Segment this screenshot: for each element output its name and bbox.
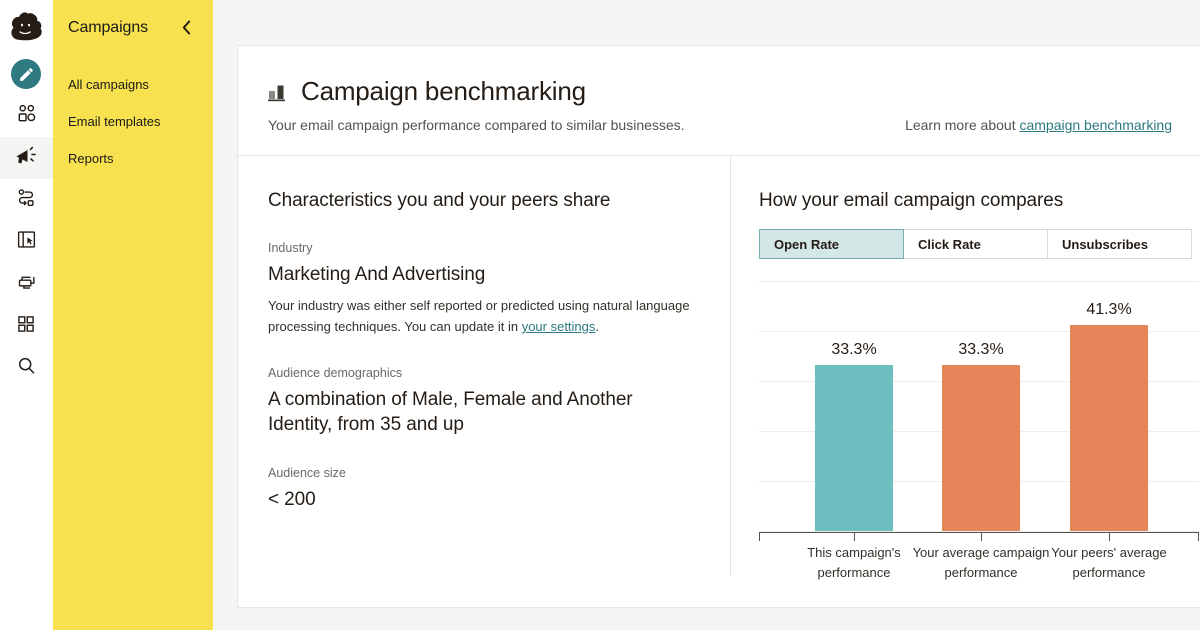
bar-chart-icon	[268, 82, 290, 102]
axis-tick	[1109, 532, 1110, 541]
rail-item-integrations[interactable]	[0, 305, 53, 347]
chart-x-axis	[759, 532, 1199, 533]
learn-more-prefix: Learn more about	[905, 117, 1020, 133]
axis-tick	[854, 532, 855, 541]
card-header: Campaign benchmarking Your email campaig…	[238, 46, 1200, 156]
audience-size-label: Audience size	[268, 466, 346, 480]
benchmarking-card: Campaign benchmarking Your email campaig…	[237, 45, 1200, 608]
subtitle-row: Your email campaign performance compared…	[268, 117, 1172, 133]
x-axis-label: This campaign's performance	[807, 545, 901, 581]
industry-note: Your industry was either self reported o…	[268, 296, 698, 337]
main-content: Campaign benchmarking Your email campaig…	[213, 0, 1200, 630]
browser-icon	[16, 229, 37, 255]
sidebar: Campaigns All campaigns Email templates …	[53, 0, 213, 630]
tab-open-rate[interactable]: Open Rate	[759, 229, 904, 259]
campaign-benchmarking-link[interactable]: campaign benchmarking	[1019, 117, 1172, 133]
rail-item-website[interactable]	[0, 221, 53, 263]
people-icon	[15, 102, 38, 130]
your-settings-link[interactable]: your settings	[522, 319, 596, 334]
characteristics-panel: Characteristics you and your peers share…	[238, 156, 731, 576]
characteristics-heading: Characteristics you and your peers share	[268, 190, 611, 211]
chart-bar[interactable]	[1070, 324, 1148, 531]
sidebar-item-reports[interactable]: Reports	[53, 141, 213, 178]
printer-icon	[15, 271, 38, 297]
benchmark-bar-chart: 33.3% 33.3% 41.3% This campaign's performa…	[759, 281, 1199, 611]
axis-end-cap	[1198, 532, 1199, 541]
flow-icon	[15, 187, 37, 214]
magnifier-icon	[16, 355, 37, 381]
pencil-icon	[11, 59, 41, 89]
chevron-left-icon[interactable]	[178, 18, 195, 37]
page-subtitle: Your email campaign performance compared…	[268, 117, 685, 133]
icon-rail	[0, 0, 53, 630]
rail-item-automations[interactable]	[0, 179, 53, 221]
comparison-panel: How your email campaign compares Open Ra…	[731, 156, 1200, 580]
chart-bar[interactable]	[815, 364, 893, 531]
page-title: Campaign benchmarking	[301, 76, 586, 106]
sidebar-header: Campaigns	[53, 0, 213, 37]
card-pointer-notch	[709, 594, 735, 608]
tab-click-rate[interactable]: Click Rate	[903, 229, 1048, 259]
industry-value: Marketing And Advertising	[268, 264, 486, 285]
rail-item-campaigns[interactable]	[0, 137, 53, 179]
metric-tabs: Open Rate Click Rate Unsubscribes	[759, 229, 1192, 259]
card-body: Characteristics you and your peers share…	[238, 156, 1200, 580]
bar-value-label: 33.3%	[831, 340, 877, 358]
rail-item-search[interactable]	[0, 347, 53, 389]
chart-bars: 33.3% 33.3% 41.3%	[759, 281, 1199, 531]
app-root: Campaigns All campaigns Email templates …	[0, 0, 1200, 630]
chart-bar[interactable]	[942, 364, 1020, 531]
sidebar-item-email-templates[interactable]: Email templates	[53, 104, 213, 141]
audience-size-value: < 200	[268, 489, 316, 510]
title-row: Campaign benchmarking	[268, 76, 1172, 107]
demographics-value: A combination of Male, Female and Anothe…	[268, 389, 633, 435]
comparison-heading: How your email campaign compares	[759, 190, 1064, 211]
rail-item-create-campaign[interactable]	[0, 53, 53, 95]
industry-label: Industry	[268, 241, 313, 255]
bar-value-label: 33.3%	[958, 340, 1004, 358]
rail-item-content-studio[interactable]	[0, 263, 53, 305]
bar-value-label: 41.3%	[1086, 300, 1132, 318]
grid-icon	[16, 314, 36, 339]
axis-tick	[981, 532, 982, 541]
axis-end-cap	[759, 532, 760, 541]
chart-x-labels: This campaign's performance Your average …	[759, 543, 1199, 593]
tab-unsubscribes[interactable]: Unsubscribes	[1047, 229, 1192, 259]
x-axis-label: Your average campaign performance	[912, 545, 1050, 581]
mailchimp-logo[interactable]	[0, 0, 53, 53]
rail-item-audience[interactable]	[0, 95, 53, 137]
sidebar-title: Campaigns	[68, 18, 149, 36]
x-axis-label: Your peers' average performance	[1051, 545, 1167, 581]
megaphone-icon	[14, 145, 38, 172]
industry-note-text: Your industry was either self reported o…	[268, 298, 690, 334]
sidebar-item-all-campaigns[interactable]: All campaigns	[53, 67, 213, 104]
industry-note-suffix: .	[595, 318, 600, 334]
learn-more: Learn more about campaign benchmarking	[905, 117, 1172, 133]
demographics-label: Audience demographics	[268, 366, 403, 381]
sidebar-nav: All campaigns Email templates Reports	[53, 67, 213, 178]
